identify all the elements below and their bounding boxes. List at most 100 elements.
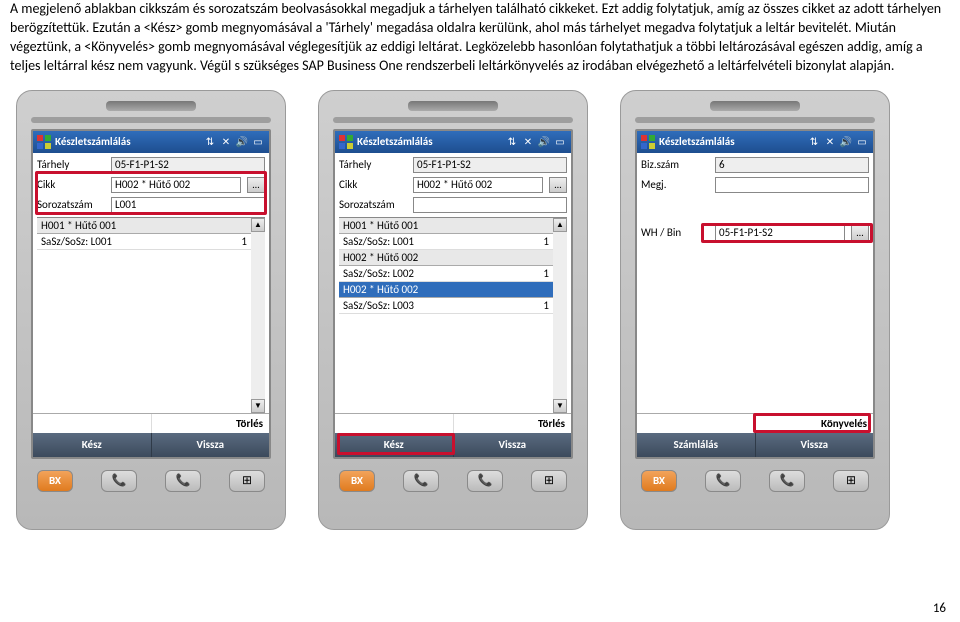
app-title: Készletszámlálás — [659, 135, 803, 148]
titlebar: Készletszámlálás ⇅ ✕ 🔊 ▭ — [637, 131, 873, 153]
tarhely-input: 05-F1-P1-S2 — [111, 157, 265, 173]
call-button[interactable]: 📞 — [705, 470, 741, 492]
status-icons: ⇅ ✕ 🔊 ▭ — [203, 135, 265, 149]
screen-3: Készletszámlálás ⇅ ✕ 🔊 ▭ Biz.szám 6 Megj… — [635, 129, 875, 459]
device-1: Készletszámlálás ⇅ ✕ 🔊 ▭ Tárhely 05-F1-P… — [16, 90, 286, 530]
call-button[interactable]: 📞 — [403, 470, 439, 492]
whbin-input[interactable]: 05-F1-P1-S2 — [715, 225, 845, 241]
windows-icon[interactable] — [339, 135, 353, 149]
call-button[interactable]: 📞 — [101, 470, 137, 492]
speaker-slot — [710, 101, 800, 111]
scrollbar[interactable]: ▲ ▼ — [553, 218, 567, 413]
windows-hw-button[interactable]: ⊞ — [531, 470, 567, 492]
bx-button[interactable]: BX — [339, 470, 375, 492]
scroll-down-icon[interactable]: ▼ — [251, 399, 265, 413]
sorozatszam-input[interactable] — [413, 197, 567, 213]
battery-icon: ▭ — [251, 135, 265, 149]
list-header[interactable]: H001 * Hűtő 001 — [37, 218, 251, 234]
windows-hw-button[interactable]: ⊞ — [229, 470, 265, 492]
screen-1: Készletszámlálás ⇅ ✕ 🔊 ▭ Tárhely 05-F1-P… — [31, 129, 271, 459]
scrollbar[interactable]: ▲ ▼ — [251, 218, 265, 413]
bx-button[interactable]: BX — [37, 470, 73, 492]
titlebar: Készletszámlálás ⇅ ✕ 🔊 ▭ — [33, 131, 269, 153]
instruction-paragraph: A megjelenő ablakban cikkszám és sorozat… — [10, 0, 950, 76]
list-item[interactable]: SaSz/SoSz: L001 1 — [37, 234, 251, 250]
tarhely-label: Tárhely — [37, 158, 107, 171]
battery-icon: ▭ — [553, 135, 567, 149]
konyveles-button[interactable]: Könyvelés — [755, 414, 874, 433]
hardware-buttons: BX 📞 📞 ⊞ — [333, 467, 573, 495]
windows-icon[interactable] — [37, 135, 51, 149]
delete-button[interactable]: Törlés — [151, 414, 270, 433]
cikk-input[interactable]: H002 * Hűtő 002 — [111, 177, 241, 193]
camera-bar — [31, 117, 271, 123]
battery-icon: ▭ — [855, 135, 869, 149]
form-area: Tárhely 05-F1-P1-S2 Cikk H002 * Hűtő 002… — [33, 153, 269, 215]
vissza-button[interactable]: Vissza — [756, 433, 874, 457]
page-number: 16 — [933, 601, 946, 616]
status-icons: ⇅ ✕ 🔊 ▭ — [505, 135, 567, 149]
bizszam-input: 6 — [715, 157, 869, 173]
cikk-browse-button[interactable]: … — [549, 177, 567, 193]
bottom-bar: Kész Vissza — [335, 433, 571, 457]
cikk-input[interactable]: H002 * Hűtő 002 — [413, 177, 543, 193]
close-icon[interactable]: ✕ — [823, 135, 837, 149]
megj-label: Megj. — [641, 178, 711, 191]
devices-row: Készletszámlálás ⇅ ✕ 🔊 ▭ Tárhely 05-F1-P… — [10, 90, 950, 530]
hardware-buttons: BX 📞 📞 ⊞ — [31, 467, 271, 495]
whbin-browse-button[interactable]: … — [851, 225, 869, 241]
close-icon[interactable]: ✕ — [521, 135, 535, 149]
scroll-up-icon[interactable]: ▲ — [251, 218, 265, 232]
close-icon[interactable]: ✕ — [219, 135, 233, 149]
list-item[interactable]: SaSz/SoSz: L001 1 — [339, 234, 553, 250]
status-icons: ⇅ ✕ 🔊 ▭ — [807, 135, 869, 149]
vissza-button[interactable]: Vissza — [454, 433, 572, 457]
list-header-selected[interactable]: H002 * Hűtő 002 — [339, 282, 553, 298]
cikk-browse-button[interactable]: … — [247, 177, 265, 193]
list-header[interactable]: H001 * Hűtő 001 — [339, 218, 553, 234]
action-empty — [335, 414, 453, 433]
list-item[interactable]: SaSz/SoSz: L003 1 — [339, 298, 553, 314]
form-area: Biz.szám 6 Megj. WH / Bin 05-F1-P1-S2 … — [637, 153, 873, 243]
bottom-bar: Kész Vissza — [33, 433, 269, 457]
windows-icon[interactable] — [641, 135, 655, 149]
form-area: Tárhely 05-F1-P1-S2 Cikk H002 * Hűtő 002… — [335, 153, 571, 215]
action-row: Törlés — [33, 413, 269, 433]
delete-button[interactable]: Törlés — [453, 414, 572, 433]
vissza-button[interactable]: Vissza — [152, 433, 270, 457]
app-title: Készletszámlálás — [357, 135, 501, 148]
list-area: H001 * Hűtő 001 SaSz/SoSz: L001 1 ▲ ▼ — [37, 217, 265, 413]
list-item[interactable]: SaSz/SoSz: L002 1 — [339, 266, 553, 282]
app-title: Készletszámlálás — [55, 135, 199, 148]
sorozatszam-input[interactable]: L001 — [111, 197, 265, 213]
list-header[interactable]: H002 * Hűtő 002 — [339, 250, 553, 266]
end-call-button[interactable]: 📞 — [467, 470, 503, 492]
scroll-up-icon[interactable]: ▲ — [553, 218, 567, 232]
device-3: Készletszámlálás ⇅ ✕ 🔊 ▭ Biz.szám 6 Megj… — [620, 90, 890, 530]
list-area: H001 * Hűtő 001 SaSz/SoSz: L001 1 H002 *… — [339, 217, 567, 413]
bottom-bar: Számlálás Vissza — [637, 433, 873, 457]
titlebar: Készletszámlálás ⇅ ✕ 🔊 ▭ — [335, 131, 571, 153]
sorozatszam-label: Sorozatszám — [339, 198, 409, 211]
volume-icon: 🔊 — [537, 135, 551, 149]
screen-2: Készletszámlálás ⇅ ✕ 🔊 ▭ Tárhely 05-F1-P… — [333, 129, 573, 459]
kesz-button[interactable]: Kész — [33, 433, 152, 457]
action-row: Könyvelés — [637, 413, 873, 433]
end-call-button[interactable]: 📞 — [165, 470, 201, 492]
device-2: Készletszámlálás ⇅ ✕ 🔊 ▭ Tárhely 05-F1-P… — [318, 90, 588, 530]
sync-icon: ⇅ — [807, 135, 821, 149]
action-row: Törlés — [335, 413, 571, 433]
tarhely-label: Tárhely — [339, 158, 409, 171]
kesz-button[interactable]: Kész — [335, 433, 454, 457]
speaker-slot — [106, 101, 196, 111]
cikk-label: Cikk — [339, 178, 409, 191]
sync-icon: ⇅ — [203, 135, 217, 149]
scroll-down-icon[interactable]: ▼ — [553, 399, 567, 413]
bx-button[interactable]: BX — [641, 470, 677, 492]
end-call-button[interactable]: 📞 — [769, 470, 805, 492]
szamlalas-button[interactable]: Számlálás — [637, 433, 756, 457]
megj-input[interactable] — [715, 177, 869, 193]
bizszam-label: Biz.szám — [641, 158, 711, 171]
windows-hw-button[interactable]: ⊞ — [833, 470, 869, 492]
sync-icon: ⇅ — [505, 135, 519, 149]
